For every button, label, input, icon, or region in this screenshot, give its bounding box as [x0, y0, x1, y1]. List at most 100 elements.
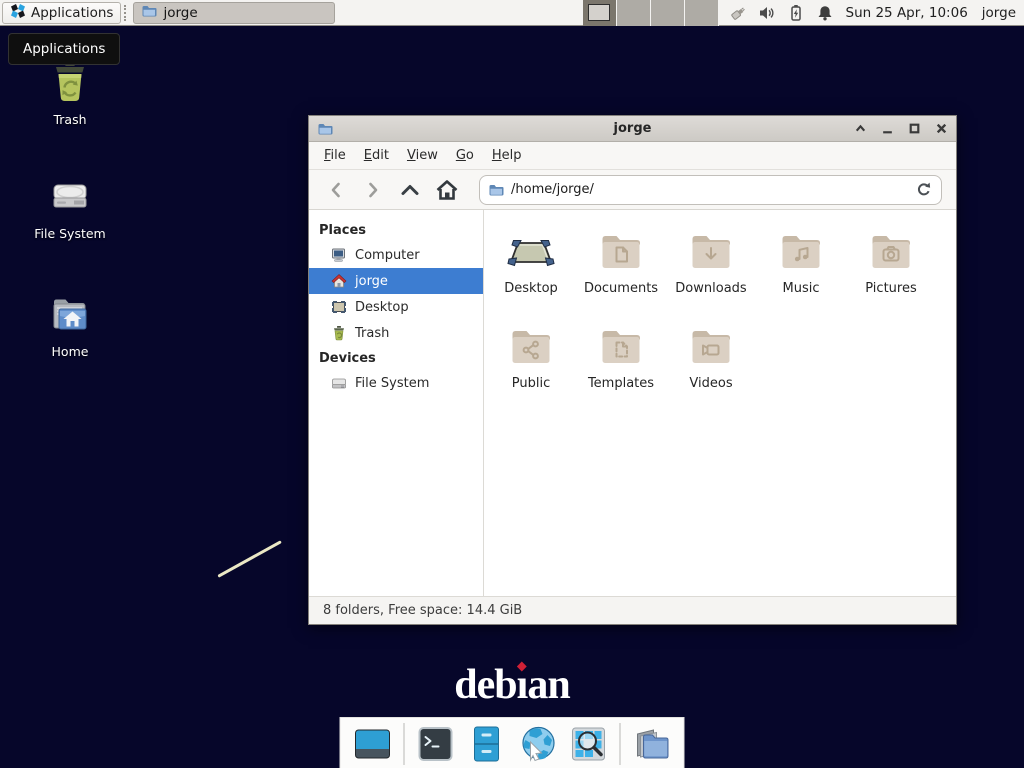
back-button[interactable] — [323, 177, 349, 203]
sidebar-item-computer[interactable]: Computer — [309, 242, 483, 268]
taskbar-window-label: jorge — [163, 5, 197, 21]
menu-file[interactable]: File — [315, 144, 355, 167]
removable-device-icon[interactable] — [729, 4, 747, 22]
location-path[interactable]: /home/jorge/ — [511, 182, 915, 197]
folder-templates[interactable]: Templates — [576, 307, 666, 402]
panel-handle — [124, 5, 130, 21]
terminal-icon[interactable] — [416, 724, 456, 764]
folder-label: Pictures — [865, 281, 916, 296]
applications-tooltip: Applications — [8, 33, 120, 65]
sidebar-item-file-system[interactable]: File System — [309, 370, 483, 396]
documents-folder-icon — [597, 228, 645, 276]
file-grid: Desktop Documents Downloads Music Pictures Pu… — [484, 210, 956, 596]
workspace-3[interactable] — [651, 0, 685, 26]
panel-username[interactable]: jorge — [982, 5, 1016, 21]
folder-documents[interactable]: Documents — [576, 212, 666, 307]
xfce-menu-icon — [10, 3, 26, 23]
maximize-button[interactable] — [907, 122, 921, 136]
desktop-icon-file-system[interactable]: File System — [10, 172, 130, 241]
folder-label: Music — [783, 281, 820, 296]
folder-pictures[interactable]: Pictures — [846, 212, 936, 307]
show-desktop-icon[interactable] — [353, 724, 393, 764]
folder-label: Documents — [584, 281, 658, 296]
sidebar-item-label: Desktop — [355, 300, 409, 315]
music-folder-icon — [777, 228, 825, 276]
system-tray — [729, 4, 834, 22]
minimize-button[interactable] — [880, 122, 894, 136]
menu-edit[interactable]: Edit — [355, 144, 398, 167]
menubar: FileEditViewGoHelp — [309, 142, 956, 170]
folder-desktop[interactable]: Desktop — [486, 212, 576, 307]
desktop-icon-home[interactable]: Home — [10, 290, 130, 359]
trash-small-icon — [331, 325, 347, 341]
panel-clock[interactable]: Sun 25 Apr, 10:06 — [846, 5, 968, 21]
file-cabinet-icon[interactable] — [467, 724, 507, 764]
public-folder-icon — [507, 323, 555, 371]
desktop-icon-label: Home — [52, 344, 89, 359]
statusbar: 8 folders, Free space: 14.4 GiB — [309, 596, 956, 624]
sidebar-item-desktop[interactable]: Desktop — [309, 294, 483, 320]
folder-music[interactable]: Music — [756, 212, 846, 307]
debian-logo-dot — [517, 662, 527, 672]
reload-button[interactable] — [915, 181, 933, 199]
desktop-icon-label: File System — [34, 226, 106, 241]
desktop-place-icon — [331, 299, 347, 315]
computer-icon — [331, 247, 347, 263]
notifications-icon[interactable] — [816, 4, 834, 22]
up-button[interactable] — [397, 177, 423, 203]
dock-separator — [404, 723, 405, 765]
workspace-4[interactable] — [685, 0, 719, 26]
menu-help[interactable]: Help — [483, 144, 531, 167]
workspace-pager[interactable] — [583, 0, 719, 26]
filesystem-desktop-icon — [46, 172, 94, 220]
dock-separator — [620, 723, 621, 765]
sidebar-item-label: Trash — [355, 326, 389, 341]
dock — [340, 717, 685, 768]
sidebar: Places ComputerjorgeDesktopTrash Devices… — [309, 210, 484, 596]
home-red-icon — [331, 273, 347, 289]
devices-header: Devices — [309, 346, 483, 370]
folder-label: Downloads — [675, 281, 746, 296]
wallpaper-line-artifact — [217, 540, 281, 577]
file-manager-icon[interactable] — [632, 724, 672, 764]
templates-folder-icon — [597, 323, 645, 371]
sidebar-item-label: jorge — [355, 274, 388, 289]
applications-menu-button[interactable]: Applications — [2, 2, 121, 24]
workspace-2[interactable] — [617, 0, 651, 26]
location-bar[interactable]: /home/jorge/ — [479, 175, 942, 205]
forward-button[interactable] — [360, 177, 386, 203]
pictures-folder-icon — [867, 228, 915, 276]
folder-downloads[interactable]: Downloads — [666, 212, 756, 307]
sidebar-item-trash[interactable]: Trash — [309, 320, 483, 346]
workspace-1[interactable] — [583, 0, 617, 26]
desktop-icon-trash[interactable]: Trash — [10, 58, 130, 127]
folder-videos[interactable]: Videos — [666, 307, 756, 402]
home-desktop-icon — [46, 290, 94, 338]
applications-menu-label: Applications — [31, 5, 113, 21]
downloads-folder-icon — [687, 228, 735, 276]
debian-logo: debıan — [454, 661, 569, 709]
volume-icon[interactable] — [758, 4, 776, 22]
taskbar-window-button[interactable]: jorge — [133, 2, 335, 24]
folder-public[interactable]: Public — [486, 307, 576, 402]
menu-go[interactable]: Go — [447, 144, 483, 167]
trash-desktop-icon — [46, 58, 94, 106]
top-panel: Applications jorge Sun 25 Apr, 10:06 jor… — [0, 0, 1024, 26]
battery-icon[interactable] — [787, 4, 805, 22]
desktop-folder-icon — [507, 228, 555, 276]
home-button[interactable] — [434, 177, 460, 203]
sidebar-item-jorge[interactable]: jorge — [309, 268, 483, 294]
menu-view[interactable]: View — [398, 144, 447, 167]
web-browser-icon[interactable] — [518, 724, 558, 764]
folder-label: Public — [512, 376, 550, 391]
shade-button[interactable] — [853, 122, 867, 136]
sidebar-item-label: Computer — [355, 248, 420, 263]
folder-label: Desktop — [504, 281, 558, 296]
app-finder-icon[interactable] — [569, 724, 609, 764]
videos-folder-icon — [687, 323, 735, 371]
titlebar[interactable]: jorge — [309, 116, 956, 142]
sidebar-item-label: File System — [355, 376, 429, 391]
close-button[interactable] — [934, 122, 948, 136]
toolbar: /home/jorge/ — [309, 170, 956, 210]
drive-small-icon — [331, 375, 347, 391]
